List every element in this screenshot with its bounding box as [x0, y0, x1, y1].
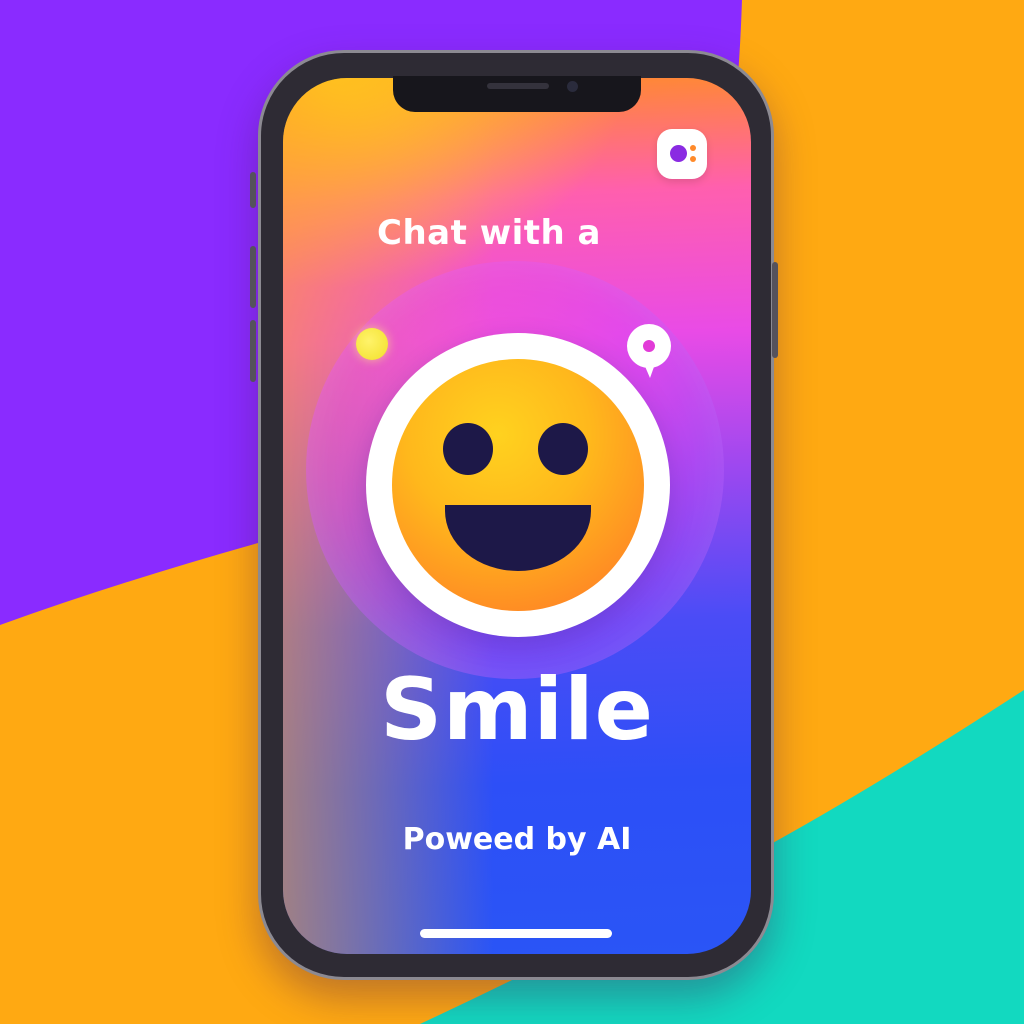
- power-button: [772, 262, 778, 358]
- brand-title: Smile: [380, 660, 654, 760]
- front-camera: [567, 81, 578, 92]
- home-indicator[interactable]: [420, 929, 612, 938]
- app-logo-dot-small: [690, 145, 696, 151]
- chat-bubble-icon: [624, 322, 674, 380]
- headline: Chat with a: [377, 213, 601, 253]
- earpiece-speaker: [487, 83, 549, 89]
- mute-switch: [250, 172, 256, 208]
- volume-up-button: [250, 246, 256, 308]
- smiley-left-eye: [443, 423, 493, 475]
- app-logo-dot-small: [690, 156, 696, 162]
- yellow-orb-icon: [356, 328, 388, 360]
- app-logo-dot: [670, 145, 687, 162]
- volume-down-button: [250, 320, 256, 382]
- phone-notch: [393, 76, 641, 112]
- smiley-right-eye: [538, 423, 588, 475]
- smiley-face-icon[interactable]: [392, 359, 644, 611]
- app-logo-icon[interactable]: [657, 129, 707, 179]
- tagline: Poweed by AI: [402, 822, 632, 857]
